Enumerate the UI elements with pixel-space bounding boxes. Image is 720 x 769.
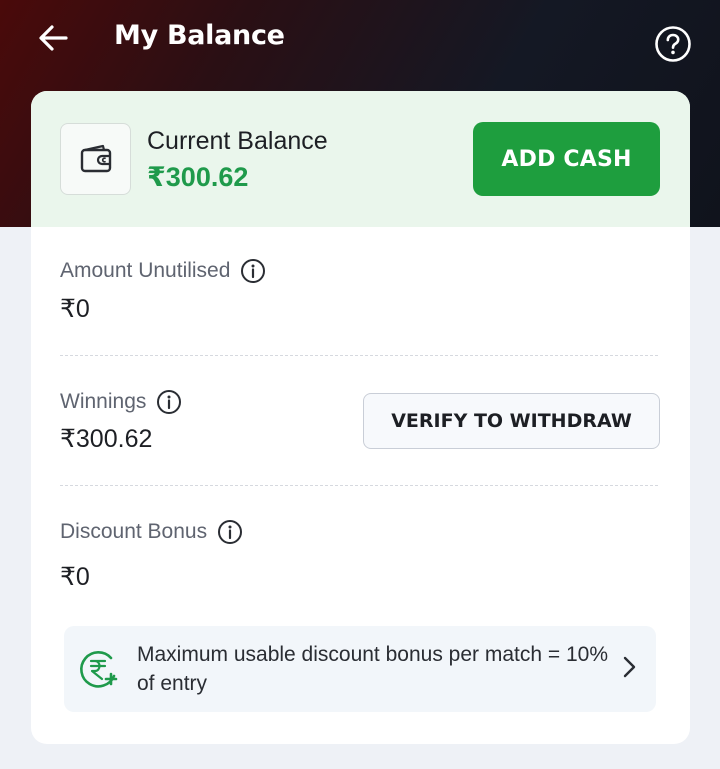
divider [60, 485, 658, 486]
help-circle-icon [655, 26, 691, 62]
info-icon[interactable] [240, 258, 266, 284]
current-balance-section: Current Balance ₹300.62 ADD CASH [31, 91, 690, 227]
help-button[interactable] [654, 25, 692, 63]
discount-info-text: Maximum usable discount bonus per match … [137, 643, 608, 695]
verify-to-withdraw-button[interactable]: VERIFY TO WITHDRAW [363, 393, 660, 449]
discount-bonus-row: Discount Bonus [60, 519, 243, 545]
page-title: My Balance [114, 20, 285, 51]
current-balance-label: Current Balance [147, 127, 328, 155]
divider [60, 355, 658, 356]
amount-unutilised-row: Amount Unutilised [60, 258, 266, 284]
amount-unutilised-value: ₹0 [60, 295, 90, 323]
info-icon[interactable] [156, 389, 182, 415]
current-balance-value: ₹300.62 [147, 162, 249, 192]
back-button[interactable] [34, 18, 74, 58]
discount-bonus-label: Discount Bonus [60, 520, 208, 543]
arrow-left-icon [39, 25, 68, 51]
winnings-label: Winnings [60, 390, 147, 413]
winnings-value: ₹300.62 [60, 425, 153, 453]
balance-card: Current Balance ₹300.62 ADD CASH Amount … [31, 91, 690, 744]
amount-unutilised-label: Amount Unutilised [60, 259, 231, 282]
wallet-icon-box [60, 123, 131, 195]
discount-info-banner[interactable]: Maximum usable discount bonus per match … [64, 626, 656, 712]
rupee-plus-icon [80, 651, 118, 688]
wallet-icon [80, 144, 111, 173]
chevron-right-icon [623, 656, 636, 678]
info-icon[interactable] [217, 519, 243, 545]
discount-bonus-value: ₹0 [60, 563, 90, 591]
winnings-row: Winnings [60, 389, 182, 415]
add-cash-button[interactable]: ADD CASH [473, 122, 660, 196]
